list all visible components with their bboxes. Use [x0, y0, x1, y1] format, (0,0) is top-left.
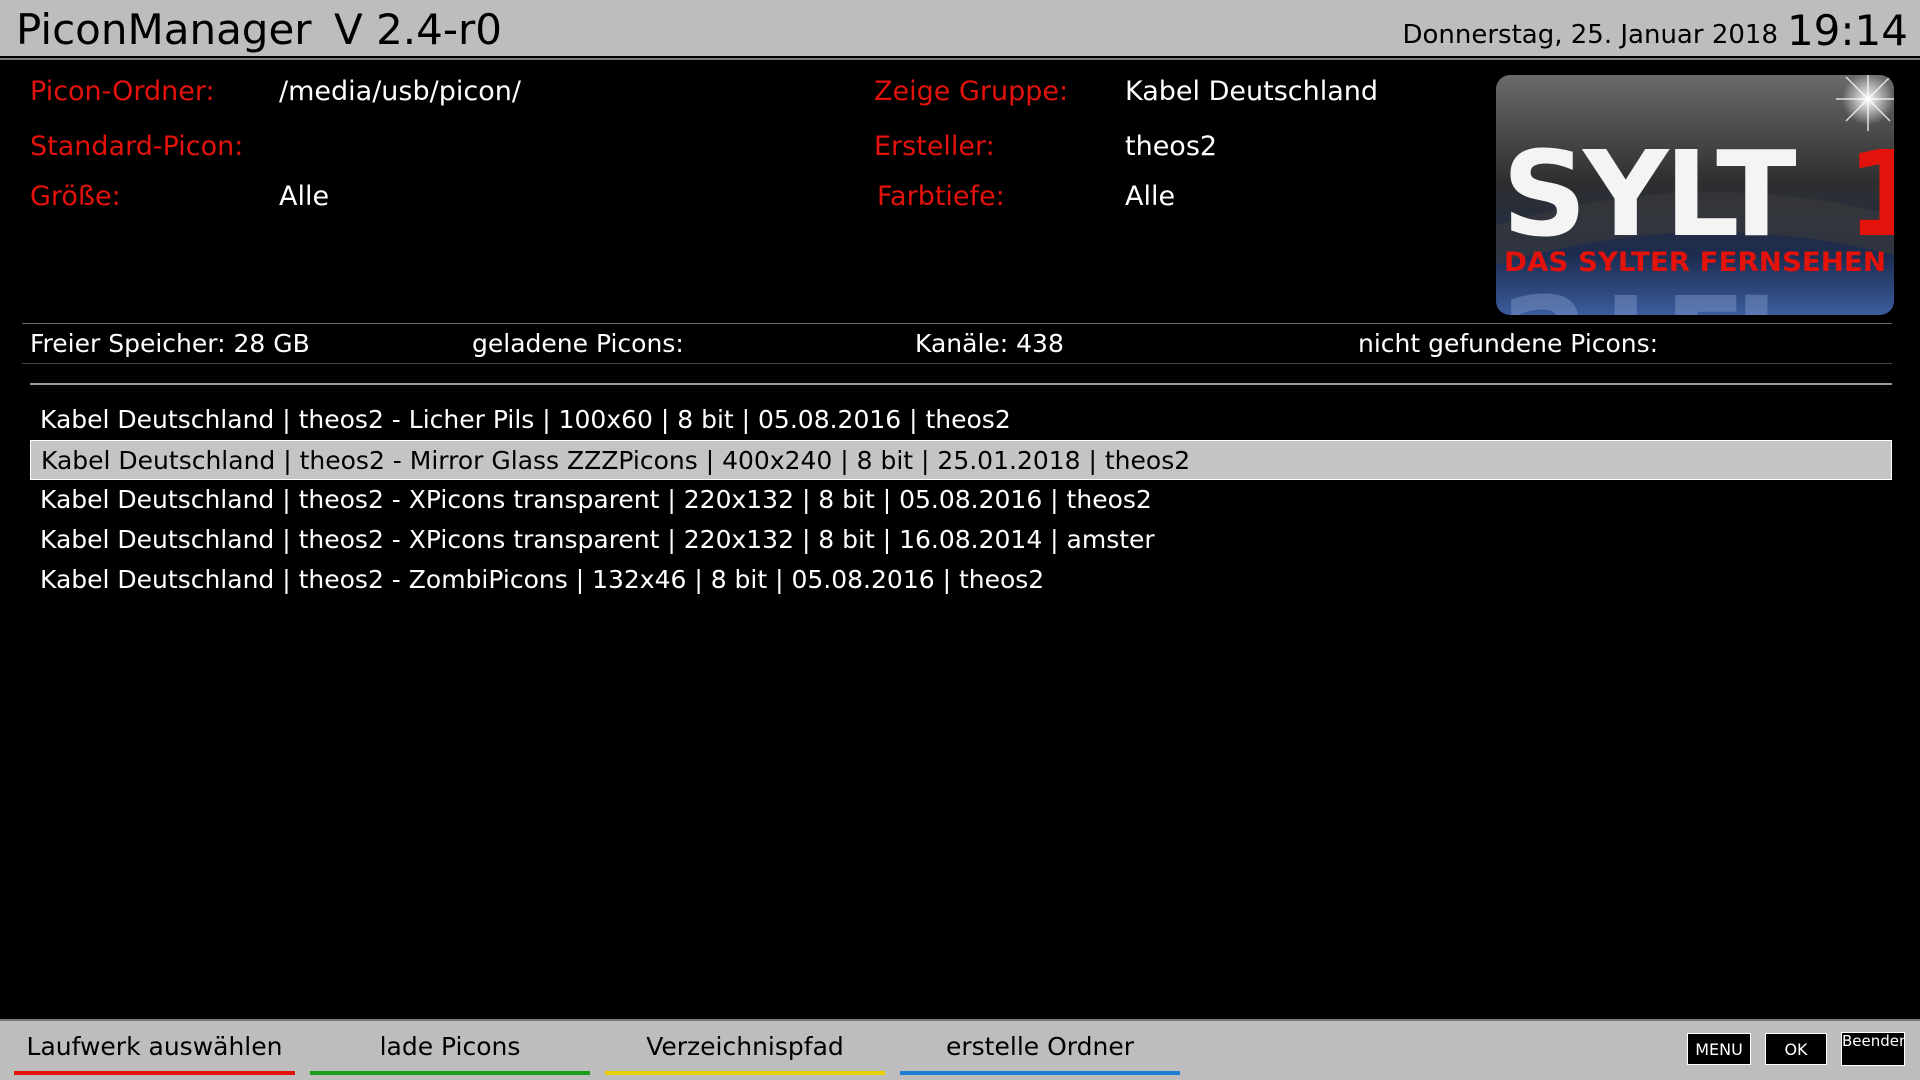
logo-number: 1 — [1846, 125, 1894, 263]
size-label: Größe: — [30, 181, 121, 212]
color-depth-value: Alle — [1125, 181, 1176, 212]
blue-button-create-folder[interactable]: erstelle Ordner — [900, 1031, 1180, 1075]
green-key-indicator — [310, 1071, 590, 1075]
list-divider — [30, 383, 1892, 385]
color-depth-label: Farbtiefe: — [877, 181, 1005, 212]
free-memory-stat: Freier Speicher: 28 GB — [30, 329, 310, 358]
picon-folder-label: Picon-Ordner: — [30, 76, 215, 107]
logo-main-text: SYLT — [1502, 125, 1796, 263]
app-title: PiconManager — [16, 5, 312, 54]
not-found-stat: nicht gefundene Picons: — [1358, 329, 1659, 358]
creator-value: theos2 — [1125, 131, 1218, 162]
header-bar: PiconManager V 2.4-r0 Donnerstag, 25. Ja… — [0, 0, 1920, 56]
loaded-picons-stat: geladene Picons: — [472, 329, 684, 358]
creator-label: Ersteller: — [874, 131, 995, 162]
picon-folder-value: /media/usb/picon/ — [279, 76, 521, 107]
stats-divider-top — [22, 323, 1892, 324]
red-button-select-drive[interactable]: Laufwerk auswählen — [14, 1031, 295, 1075]
menu-key-button[interactable]: MENU — [1687, 1033, 1751, 1065]
logo-reflection: SYLT — [1502, 267, 1796, 315]
default-picon-label: Standard-Picon: — [30, 131, 244, 162]
ok-key-button[interactable]: OK — [1765, 1033, 1827, 1065]
picon-list-item[interactable]: Kabel Deutschland | theos2 - Mirror Glas… — [30, 440, 1892, 480]
blue-key-indicator — [900, 1071, 1180, 1075]
red-button-label: Laufwerk auswählen — [26, 1032, 283, 1061]
channels-stat: Kanäle: 438 — [915, 329, 1064, 358]
picon-manager-screen: PiconManager V 2.4-r0 Donnerstag, 25. Ja… — [0, 0, 1920, 1080]
green-button-load-picons[interactable]: lade Picons — [310, 1031, 590, 1075]
header-divider — [0, 58, 1920, 60]
picon-list-item[interactable]: Kabel Deutschland | theos2 - XPicons tra… — [30, 480, 1892, 520]
size-value: Alle — [279, 181, 330, 212]
footer-bar: Laufwerk auswählen lade Picons Verzeichn… — [0, 1021, 1920, 1080]
green-button-label: lade Picons — [379, 1032, 521, 1061]
picon-list[interactable]: Kabel Deutschland | theos2 - Licher Pils… — [30, 400, 1892, 600]
yellow-key-indicator — [605, 1071, 885, 1075]
red-key-indicator — [14, 1071, 295, 1075]
picon-list-item[interactable]: Kabel Deutschland | theos2 - Licher Pils… — [30, 400, 1892, 440]
picon-preview-logo: SYLT 1 DAS SYLTER FERNSEHEN SYLT — [1496, 75, 1894, 315]
group-value: Kabel Deutschland — [1125, 76, 1379, 107]
sylt1-logo-icon: SYLT 1 DAS SYLTER FERNSEHEN SYLT — [1496, 75, 1894, 315]
group-label: Zeige Gruppe: — [874, 76, 1069, 107]
blue-button-label: erstelle Ordner — [946, 1032, 1134, 1061]
date-display: Donnerstag, 25. Januar 2018 — [1402, 20, 1778, 50]
picon-list-item[interactable]: Kabel Deutschland | theos2 - ZombiPicons… — [30, 560, 1892, 600]
yellow-button-directory-path[interactable]: Verzeichnispfad — [605, 1031, 885, 1075]
clock-display: 19:14 — [1786, 6, 1908, 55]
app-version: V 2.4-r0 — [334, 5, 503, 54]
exit-key-button[interactable]: Beenden — [1841, 1032, 1905, 1066]
stats-divider-bottom — [22, 363, 1892, 364]
picon-list-item[interactable]: Kabel Deutschland | theos2 - XPicons tra… — [30, 520, 1892, 560]
yellow-button-label: Verzeichnispfad — [646, 1032, 844, 1061]
